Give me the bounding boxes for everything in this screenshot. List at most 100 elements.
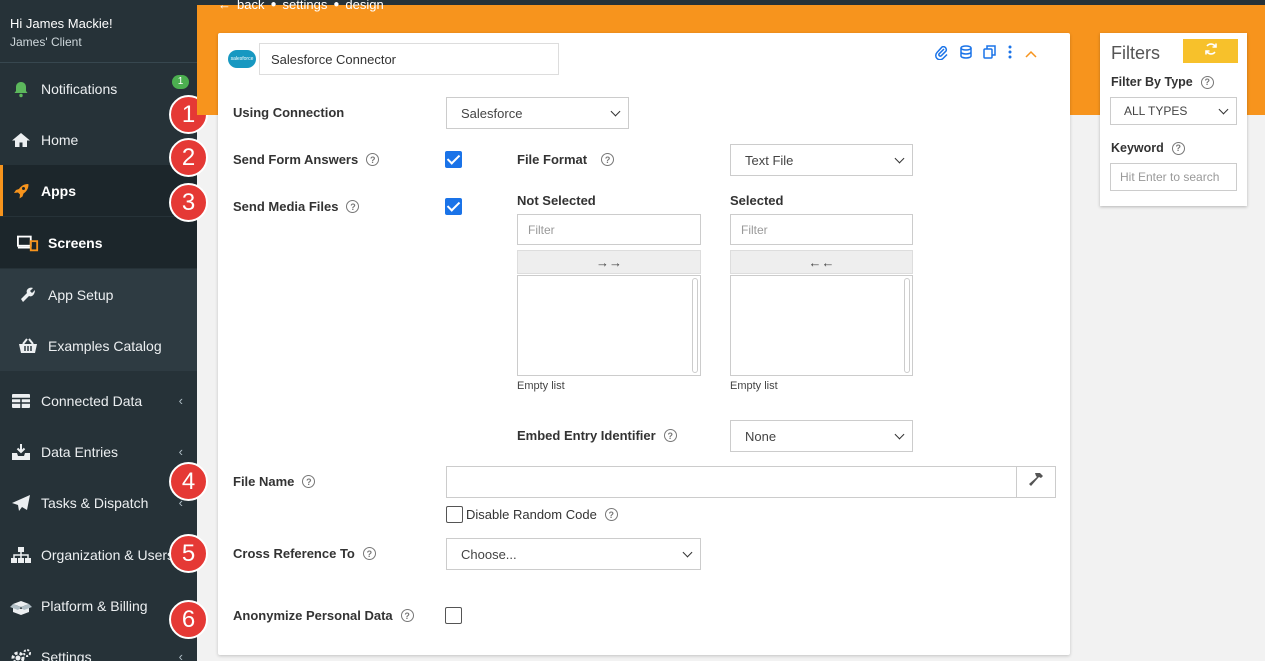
- user-info: Hi James Mackie! James' Client: [0, 0, 197, 63]
- scrollbar[interactable]: [692, 278, 698, 373]
- using-connection-label: Using Connection: [233, 105, 344, 120]
- sidebar-item-label: Data Entries: [41, 443, 119, 460]
- basket-icon: [17, 335, 39, 357]
- sidebar-item-label: Notifications: [41, 80, 118, 97]
- help-icon[interactable]: ?: [604, 508, 618, 521]
- scrollbar[interactable]: [904, 278, 910, 373]
- filter-by-type-select[interactable]: ALL TYPES: [1110, 97, 1237, 125]
- cross-reference-label: Cross Reference To ?: [233, 546, 376, 561]
- embed-entry-label: Embed Entry Identifier ?: [517, 428, 677, 443]
- selected-label: Selected: [730, 193, 784, 208]
- sidebar-item-home[interactable]: Home: [0, 114, 197, 165]
- sidebar-item-connected-data[interactable]: Connected Data ‹: [0, 375, 197, 426]
- sidebar-item-label: Screens: [48, 234, 103, 251]
- inbox-download-icon: [10, 441, 32, 463]
- not-selected-filter-input[interactable]: Filter: [517, 214, 701, 245]
- chevron-down-icon: [894, 429, 905, 440]
- sidebar-item-app-setup[interactable]: App Setup: [0, 269, 197, 320]
- step-marker: 4: [169, 462, 208, 501]
- sitemap-icon: [10, 544, 32, 566]
- move-all-right-button[interactable]: →→: [517, 250, 701, 274]
- anonymize-label: Anonymize Personal Data ?: [233, 608, 414, 623]
- move-all-left-button[interactable]: ←←: [730, 250, 913, 274]
- home-icon: [10, 129, 32, 151]
- sidebar-item-tasks-dispatch[interactable]: Tasks & Dispatch ‹: [0, 477, 197, 528]
- keyword-search-input[interactable]: Hit Enter to search: [1110, 163, 1237, 191]
- sidebar-item-platform-billing[interactable]: Platform & Billing: [0, 580, 197, 631]
- disable-random-code-checkbox[interactable]: [446, 506, 463, 523]
- breadcrumb-separator: ●: [333, 0, 340, 10]
- refresh-icon: [1204, 42, 1218, 61]
- arrow-left-icon[interactable]: ←: [218, 0, 231, 12]
- help-icon[interactable]: ?: [366, 153, 380, 166]
- rocket-icon: [10, 180, 32, 202]
- sidebar-item-label: App Setup: [48, 286, 114, 303]
- file-name-input[interactable]: [446, 466, 1017, 498]
- keyword-label: Keyword ?: [1111, 141, 1185, 155]
- copy-icon[interactable]: [983, 45, 996, 64]
- bell-icon: [10, 78, 32, 100]
- chevron-down-icon: [894, 153, 905, 164]
- step-marker: 6: [169, 600, 208, 639]
- send-form-answers-checkbox[interactable]: [445, 151, 462, 168]
- chevron-left-icon: ‹: [178, 649, 183, 661]
- screens-icon: [17, 232, 39, 254]
- sidebar-item-data-entries[interactable]: Data Entries ‹: [0, 426, 197, 477]
- paper-plane-icon: [10, 492, 32, 514]
- not-selected-list[interactable]: [517, 275, 701, 376]
- sidebar-item-settings[interactable]: Settings ‹: [0, 631, 197, 661]
- help-icon[interactable]: ?: [1200, 75, 1214, 89]
- help-icon[interactable]: ?: [601, 153, 615, 166]
- hammer-icon: [1027, 471, 1045, 494]
- sidebar-item-examples-catalog[interactable]: Examples Catalog: [0, 320, 197, 371]
- selected-filter-input[interactable]: Filter: [730, 214, 913, 245]
- breadcrumb-design[interactable]: design: [345, 0, 383, 12]
- breadcrumb-settings[interactable]: settings: [283, 0, 328, 12]
- chevron-left-icon: ‹: [178, 393, 183, 408]
- sidebar: Hi James Mackie! James' Client Notificat…: [0, 0, 197, 661]
- sidebar-item-notifications[interactable]: Notifications 1: [0, 63, 197, 114]
- filter-by-type-text: Filter By Type: [1111, 75, 1193, 89]
- help-icon[interactable]: ?: [663, 429, 677, 442]
- file-format-value: Text File: [745, 152, 794, 168]
- file-name-text: File Name: [233, 474, 295, 489]
- step-marker: 3: [169, 183, 208, 222]
- more-vert-icon[interactable]: [1007, 45, 1013, 64]
- anonymize-checkbox[interactable]: [445, 607, 462, 624]
- help-icon[interactable]: ?: [362, 547, 376, 560]
- send-media-files-checkbox[interactable]: [445, 198, 462, 215]
- help-icon[interactable]: ?: [1171, 141, 1185, 155]
- box-open-icon: [10, 595, 32, 617]
- table-icon: [10, 390, 32, 412]
- using-connection-text: Using Connection: [233, 105, 345, 120]
- card-toolbar: [935, 45, 1038, 64]
- step-marker: 2: [169, 138, 208, 177]
- file-format-label: File Format ?: [517, 152, 615, 167]
- wrench-icon: [17, 284, 39, 306]
- selected-list[interactable]: [730, 275, 913, 376]
- help-icon[interactable]: ?: [346, 200, 360, 213]
- sidebar-item-screens[interactable]: Screens: [0, 217, 197, 268]
- sidebar-item-apps[interactable]: Apps: [0, 165, 197, 216]
- help-icon[interactable]: ?: [302, 475, 316, 488]
- using-connection-value: Salesforce: [461, 105, 523, 121]
- sidebar-item-organization-users[interactable]: Organization & Users: [0, 529, 197, 580]
- user-greeting: Hi James Mackie!: [10, 16, 113, 31]
- disable-random-code-text: Disable Random Code: [466, 507, 597, 522]
- embed-entry-select[interactable]: None: [730, 420, 913, 452]
- chevron-up-icon[interactable]: [1024, 46, 1038, 64]
- chevron-left-icon: ‹: [178, 444, 183, 459]
- refresh-button[interactable]: [1183, 39, 1238, 63]
- connector-name-input[interactable]: Salesforce Connector: [259, 43, 559, 75]
- help-icon[interactable]: ?: [400, 609, 414, 622]
- cross-reference-select[interactable]: Choose...: [446, 538, 701, 570]
- send-form-answers-label: Send Form Answers ?: [233, 152, 380, 167]
- breadcrumb-back[interactable]: back: [237, 0, 264, 12]
- paperclip-icon[interactable]: [935, 45, 949, 63]
- using-connection-select[interactable]: Salesforce: [446, 97, 629, 129]
- not-selected-empty-text: Empty list: [517, 380, 565, 392]
- database-icon[interactable]: [960, 45, 972, 64]
- not-selected-label: Not Selected: [517, 193, 596, 208]
- file-format-select[interactable]: Text File: [730, 144, 913, 176]
- hammer-button[interactable]: [1016, 466, 1056, 498]
